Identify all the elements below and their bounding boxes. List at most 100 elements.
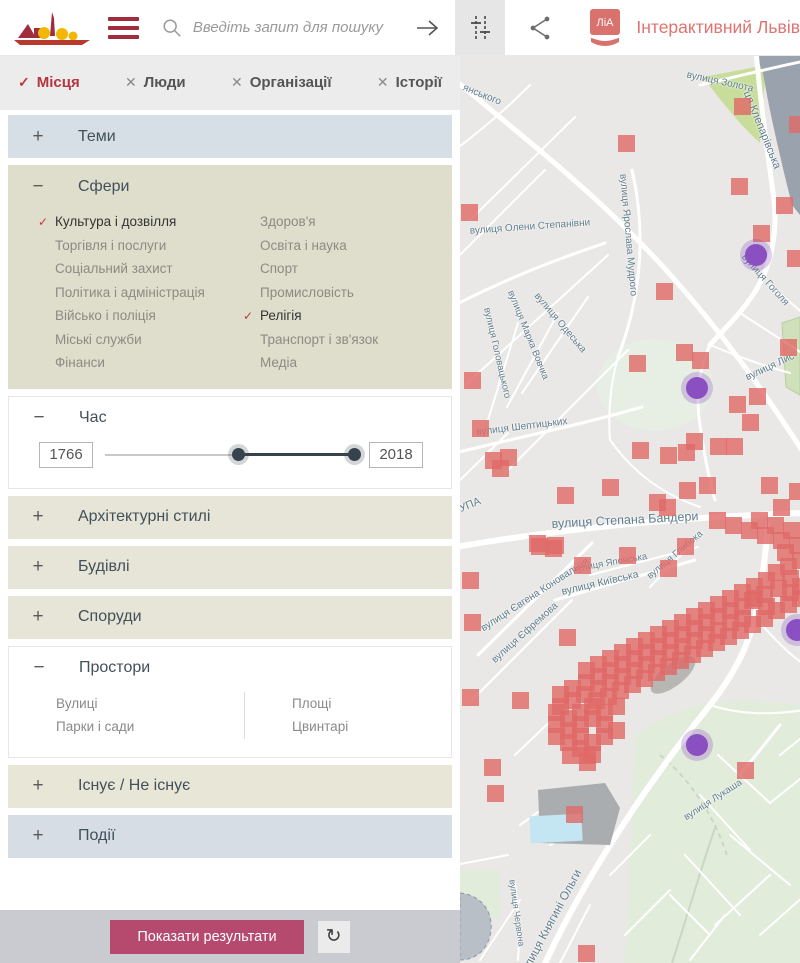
map-marker-square[interactable] <box>472 420 489 437</box>
space-filter-item[interactable]: Вулиці <box>39 692 244 716</box>
map-marker-square[interactable] <box>749 388 766 405</box>
time-to-input[interactable] <box>369 442 423 468</box>
map-marker-square[interactable] <box>692 352 709 369</box>
space-filter-item[interactable]: Цвинтарі <box>275 715 348 739</box>
map-marker-square[interactable] <box>629 355 646 372</box>
map-marker-circle[interactable] <box>686 734 708 756</box>
map-marker-square[interactable] <box>618 135 635 152</box>
map-marker-square[interactable] <box>656 283 673 300</box>
map-marker-square[interactable] <box>566 806 583 823</box>
map-marker-square[interactable] <box>579 754 596 771</box>
section-themes-header[interactable]: + Теми <box>8 115 452 158</box>
sphere-filter-item[interactable]: Політика і адміністрація <box>38 281 243 305</box>
map-marker-square[interactable] <box>492 460 509 477</box>
show-results-button[interactable]: Показати результати <box>110 920 303 954</box>
sphere-filter-item[interactable]: ✓Культура і дозвілля <box>38 210 243 234</box>
map-marker-square[interactable] <box>462 689 479 706</box>
sphere-filter-item[interactable]: Здоров'я <box>243 210 378 234</box>
map-marker-square[interactable] <box>789 483 800 500</box>
sphere-filter-item[interactable]: Міські служби <box>38 328 243 352</box>
map-marker-square[interactable] <box>602 479 619 496</box>
lviv-skyline-logo[interactable] <box>12 6 100 50</box>
map-marker-square[interactable] <box>679 482 696 499</box>
map-marker-circle[interactable] <box>686 377 708 399</box>
map-marker-square[interactable] <box>464 372 481 389</box>
map-marker-square[interactable] <box>531 538 548 555</box>
map-marker-square[interactable] <box>776 197 793 214</box>
map-marker-square[interactable] <box>461 204 478 221</box>
reset-refresh-button[interactable]: ↻ <box>318 921 350 953</box>
slider-thumb-right[interactable] <box>348 448 361 461</box>
sphere-filter-item[interactable]: Промисловість <box>243 281 378 305</box>
section-exists-header[interactable]: + Існує / Не існує <box>8 765 452 808</box>
hamburger-menu-icon[interactable] <box>108 17 139 39</box>
map-marker-square[interactable] <box>773 499 790 516</box>
map-marker-square[interactable] <box>767 517 784 534</box>
map-marker-square[interactable] <box>462 572 479 589</box>
map-marker-square[interactable] <box>677 538 694 555</box>
search-submit-arrow-icon[interactable] <box>415 17 441 39</box>
sphere-filter-item[interactable]: Спорт <box>243 257 378 281</box>
map-marker-square[interactable] <box>742 414 759 431</box>
map-marker-square[interactable] <box>734 98 751 115</box>
map-marker-square[interactable] <box>761 477 778 494</box>
map-marker-square[interactable] <box>484 759 501 776</box>
lia-logo-badge[interactable]: ЛіА <box>587 7 623 49</box>
map-canvas[interactable]: ця Клепарівськавулиця Золотаянськоговули… <box>460 55 800 963</box>
sphere-filter-item[interactable]: Освіта і наука <box>243 234 378 258</box>
tab-places[interactable]: ✓ Місця <box>18 74 80 91</box>
tab-organizations[interactable]: ✕ Організації <box>231 74 332 91</box>
sphere-filter-item[interactable]: Транспорт і зв'язок <box>243 328 378 352</box>
tab-people[interactable]: ✕ Люди <box>125 74 186 91</box>
map-marker-square[interactable] <box>783 522 800 539</box>
map-marker-square[interactable] <box>619 547 636 564</box>
time-range-slider[interactable] <box>105 447 357 463</box>
map-marker-square[interactable] <box>787 250 800 267</box>
map-marker-square[interactable] <box>676 344 693 361</box>
map-marker-square[interactable] <box>726 438 743 455</box>
space-filter-item[interactable]: Парки і сади <box>39 715 244 739</box>
sphere-filter-item[interactable]: Соціальний захист <box>38 257 243 281</box>
map-marker-square[interactable] <box>547 537 564 554</box>
time-from-input[interactable] <box>39 442 93 468</box>
sphere-filter-item[interactable]: Медіа <box>243 351 378 375</box>
map-marker-circle[interactable] <box>745 244 767 266</box>
map-marker-square[interactable] <box>512 692 529 709</box>
sphere-filter-item[interactable]: Військо і поліція <box>38 304 243 328</box>
slider-thumb-left[interactable] <box>232 448 245 461</box>
sphere-filter-item[interactable]: Фінанси <box>38 351 243 375</box>
section-structures-header[interactable]: + Споруди <box>8 596 452 639</box>
map-marker-square[interactable] <box>737 762 754 779</box>
section-spheres-header[interactable]: − Сфери <box>8 165 452 208</box>
section-arch-styles-header[interactable]: + Архітектурні стилі <box>8 496 452 539</box>
map-marker-square[interactable] <box>464 614 481 631</box>
map-marker-square[interactable] <box>660 447 677 464</box>
map-marker-square[interactable] <box>660 560 677 577</box>
map-marker-square[interactable] <box>578 945 595 962</box>
tab-stories[interactable]: ✕ Історії <box>377 74 442 91</box>
section-events-header[interactable]: + Події <box>8 815 452 858</box>
map-marker-square[interactable] <box>709 512 726 529</box>
map-marker-square[interactable] <box>559 629 576 646</box>
map-marker-square[interactable] <box>557 487 574 504</box>
map-marker-square[interactable] <box>731 178 748 195</box>
map-marker-square[interactable] <box>710 438 727 455</box>
sphere-filter-item[interactable]: Торгівля і послуги <box>38 234 243 258</box>
map-marker-square[interactable] <box>729 396 746 413</box>
section-spaces-header[interactable]: − Простори <box>9 647 451 690</box>
map-marker-square[interactable] <box>608 722 625 739</box>
map-marker-square[interactable] <box>725 517 742 534</box>
map-marker-square[interactable] <box>789 116 800 133</box>
sphere-filter-item[interactable]: ✓Релігія <box>243 304 378 328</box>
map-marker-square[interactable] <box>632 442 649 459</box>
map-marker-square[interactable] <box>686 433 703 450</box>
map-marker-square[interactable] <box>751 512 768 529</box>
map-marker-square[interactable] <box>552 686 569 703</box>
map-marker-square[interactable] <box>562 747 579 764</box>
search-input[interactable] <box>191 18 390 37</box>
map-marker-square[interactable] <box>659 499 676 516</box>
map-marker-square[interactable] <box>608 698 625 715</box>
map-marker-square[interactable] <box>574 557 591 574</box>
space-filter-item[interactable]: Площі <box>275 692 348 716</box>
share-icon[interactable] <box>527 13 553 43</box>
